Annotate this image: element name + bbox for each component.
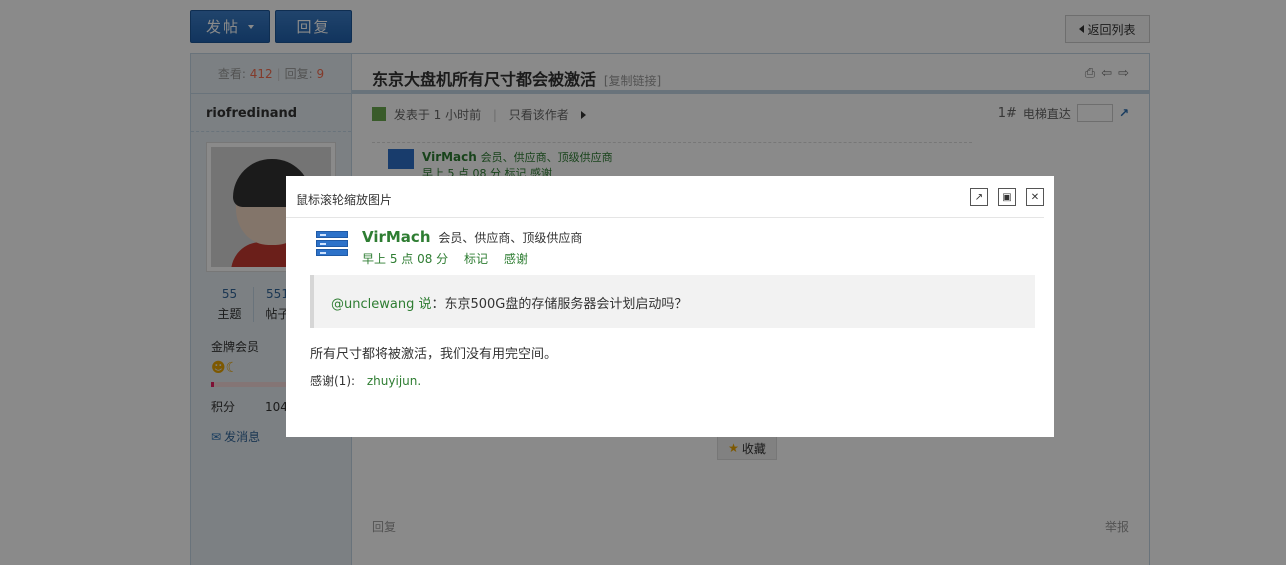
post-author-info: VirMach 会员、供应商、顶级供应商 早上 5 点 08 分 标记 感谢 (362, 228, 582, 267)
server-icon (314, 228, 350, 260)
dialog-header: 鼠标滚轮缩放图片 ↗ ▣ ✕ (286, 176, 1044, 218)
dialog-tools: ↗ ▣ ✕ (970, 188, 1044, 206)
thanks-label: 感谢(1): (310, 374, 356, 388)
open-new-window-icon[interactable]: ↗ (970, 188, 988, 206)
post-time: 早上 5 点 08 分 (362, 252, 449, 266)
actual-size-icon[interactable]: ▣ (998, 188, 1016, 206)
quote-user[interactable]: @unclewang 说 (331, 297, 431, 312)
thanks-row: 感谢(1): zhuyijun. (310, 372, 421, 389)
mark-link[interactable]: 标记 (464, 252, 488, 266)
post-time-row: 早上 5 点 08 分 标记 感谢 (362, 250, 582, 267)
thanks-users[interactable]: zhuyijun. (367, 374, 421, 388)
thank-link[interactable]: 感谢 (504, 252, 528, 266)
close-icon[interactable]: ✕ (1026, 188, 1044, 206)
post-author-tags: 会员、供应商、顶级供应商 (438, 231, 583, 245)
dialog-title: 鼠标滚轮缩放图片 (296, 193, 393, 207)
quote-block: @unclewang 说：东京500G盘的存储服务器会计划启动吗？ (310, 275, 1035, 328)
post-header: VirMach 会员、供应商、顶级供应商 早上 5 点 08 分 标记 感谢 (314, 228, 582, 267)
post-body: 所有尺寸都将被激活，我们没有用完空间。 (310, 347, 558, 362)
quote-text: ：东京500G盘的存储服务器会计划启动吗？ (431, 297, 688, 312)
post-author[interactable]: VirMach (362, 228, 431, 246)
image-zoom-dialog: 鼠标滚轮缩放图片 ↗ ▣ ✕ VirMach 会员、供应商、顶级供应商 早上 5… (286, 176, 1054, 437)
